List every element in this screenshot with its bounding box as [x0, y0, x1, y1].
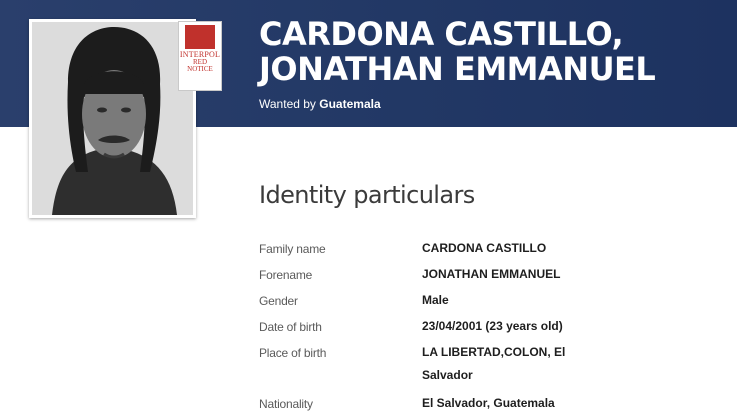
identity-label: Nationality	[259, 397, 313, 411]
mugshot-graphic	[32, 22, 193, 215]
wanted-by-country: Guatemala	[319, 97, 381, 111]
identity-particulars-heading: Identity particulars	[259, 181, 475, 209]
red-notice-badge: INTERPOL RED NOTICE	[178, 21, 222, 91]
wanted-by-line: Wanted by Guatemala	[259, 97, 381, 111]
identity-label: Forename	[259, 268, 313, 282]
identity-label: Gender	[259, 294, 298, 308]
wanted-person-name: CARDONA CASTILLO, JONATHAN EMMANUEL	[259, 15, 656, 88]
mugshot-image	[32, 22, 193, 215]
identity-value: CARDONA CASTILLO	[422, 241, 547, 255]
wanted-person-photo[interactable]	[29, 19, 196, 218]
identity-value: Male	[422, 293, 449, 307]
identity-value: El Salvador, Guatemala	[422, 396, 555, 410]
identity-label: Date of birth	[259, 320, 322, 334]
badge-notice-label: NOTICE	[187, 65, 213, 73]
identity-label: Place of birth	[259, 346, 327, 360]
identity-value: 23/04/2001 (23 years old)	[422, 319, 563, 333]
interpol-emblem-icon	[185, 25, 215, 49]
identity-value: LA LIBERTAD,COLON, El Salvador	[422, 345, 566, 382]
identity-label: Family name	[259, 242, 326, 256]
identity-value: JONATHAN EMMANUEL	[422, 267, 561, 281]
wanted-by-prefix: Wanted by	[259, 97, 316, 111]
